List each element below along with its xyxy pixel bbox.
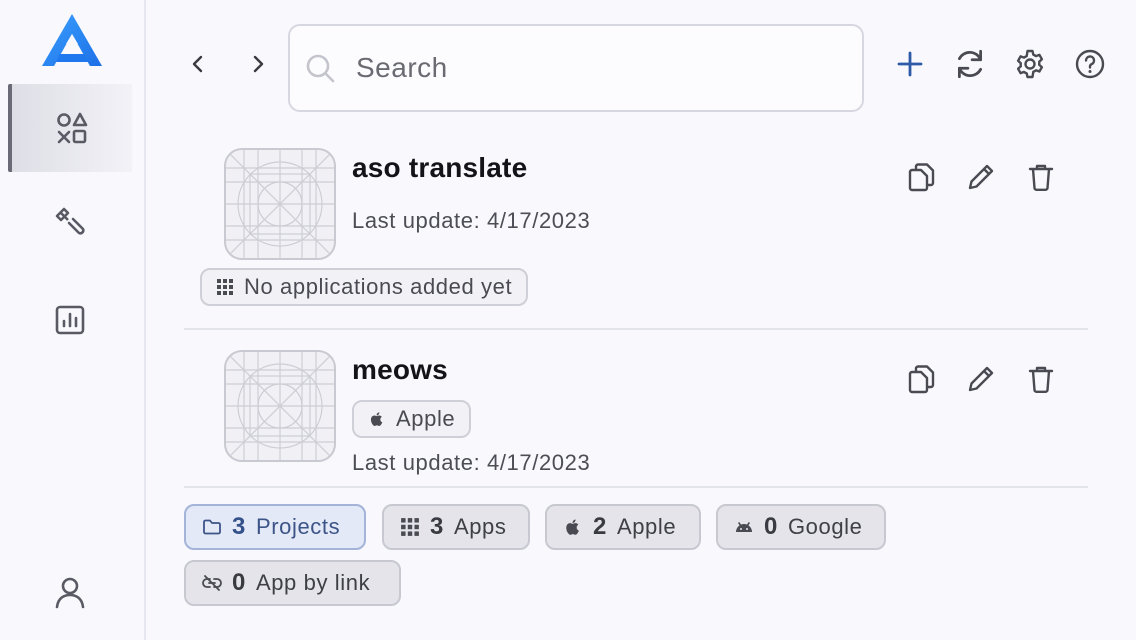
sidebar-item-apps[interactable] bbox=[8, 84, 132, 172]
plus-icon bbox=[897, 51, 923, 77]
refresh-icon bbox=[957, 49, 983, 79]
edit-button[interactable] bbox=[962, 360, 1000, 398]
google-count: 0 bbox=[764, 513, 778, 540]
sidebar bbox=[0, 0, 146, 640]
sidebar-item-account[interactable] bbox=[8, 548, 132, 636]
apps-label: Apps bbox=[453, 514, 507, 539]
project-last-update: Last update: 4/17/2023 bbox=[352, 450, 591, 475]
search-icon bbox=[306, 54, 335, 83]
grid-icon bbox=[217, 279, 233, 295]
trash-icon bbox=[1028, 366, 1054, 394]
filter-apple-chip[interactable]: 2 Apple bbox=[545, 504, 701, 550]
delete-button[interactable] bbox=[1022, 158, 1060, 196]
search-input[interactable] bbox=[356, 52, 836, 84]
app-logo-icon[interactable] bbox=[40, 12, 104, 68]
project-title[interactable]: meows bbox=[352, 354, 448, 386]
filter-link-chip[interactable]: 0 App by link bbox=[184, 560, 401, 606]
link-count: 0 bbox=[232, 569, 246, 596]
duplicate-button[interactable] bbox=[902, 360, 940, 398]
link-off-icon bbox=[202, 575, 222, 591]
filter-projects-chip[interactable]: 3 Projects bbox=[184, 504, 366, 550]
project-title[interactable]: aso translate bbox=[352, 152, 527, 184]
folder-icon bbox=[203, 519, 221, 535]
project-last-update: Last update: 4/17/2023 bbox=[352, 208, 591, 233]
filter-google-chip[interactable]: 0 Google bbox=[716, 504, 886, 550]
sidebar-item-statistics[interactable] bbox=[8, 276, 132, 364]
help-button[interactable] bbox=[1070, 44, 1110, 84]
project-actions bbox=[902, 158, 1060, 196]
delete-button[interactable] bbox=[1022, 360, 1060, 398]
trash-icon bbox=[1028, 164, 1054, 192]
apple-badge: Apple bbox=[352, 400, 472, 438]
apps-count: 3 bbox=[430, 513, 444, 540]
no-apps-label: No applications added yet bbox=[244, 274, 513, 299]
projects-label: Projects bbox=[255, 514, 341, 539]
edit-button[interactable] bbox=[962, 158, 1000, 196]
help-icon bbox=[1075, 49, 1105, 79]
settings-button[interactable] bbox=[1010, 44, 1050, 84]
shapes-icon bbox=[57, 112, 88, 144]
project-row[interactable]: meows Apple Last update: 4/17/2023 bbox=[184, 350, 1088, 488]
grid-icon bbox=[401, 518, 419, 536]
copy-icon bbox=[908, 163, 935, 192]
pencil-icon bbox=[968, 164, 994, 190]
refresh-button[interactable] bbox=[950, 44, 990, 84]
wrench-icon bbox=[55, 207, 85, 235]
add-project-button[interactable] bbox=[890, 44, 930, 84]
app-placeholder-icon bbox=[224, 350, 336, 462]
forward-button[interactable] bbox=[240, 46, 276, 82]
search-box[interactable] bbox=[288, 24, 864, 112]
apple-icon bbox=[370, 412, 383, 427]
projects-count: 3 bbox=[232, 513, 246, 540]
duplicate-button[interactable] bbox=[902, 158, 940, 196]
user-icon bbox=[55, 577, 85, 609]
app-placeholder-icon bbox=[224, 148, 336, 260]
apple-label: Apple bbox=[396, 406, 456, 431]
project-row[interactable]: aso translate Last update: 4/17/2023 No … bbox=[184, 148, 1088, 330]
apple-icon bbox=[566, 519, 579, 535]
google-label: Google bbox=[787, 514, 863, 539]
project-actions bbox=[902, 360, 1060, 398]
link-label: App by link bbox=[255, 570, 371, 595]
sidebar-item-tools[interactable] bbox=[8, 178, 132, 266]
chevron-right-icon bbox=[253, 55, 264, 73]
apple-chip-label: Apple bbox=[616, 514, 677, 539]
chevron-left-icon bbox=[192, 55, 203, 73]
no-apps-badge: No applications added yet bbox=[200, 268, 529, 306]
apple-count: 2 bbox=[593, 513, 607, 540]
bar-chart-icon bbox=[55, 305, 85, 335]
back-button[interactable] bbox=[180, 46, 216, 82]
filter-apps-chip[interactable]: 3 Apps bbox=[382, 504, 530, 550]
pencil-icon bbox=[968, 366, 994, 392]
gear-icon bbox=[1016, 49, 1044, 79]
android-icon bbox=[736, 522, 752, 532]
copy-icon bbox=[908, 365, 935, 394]
